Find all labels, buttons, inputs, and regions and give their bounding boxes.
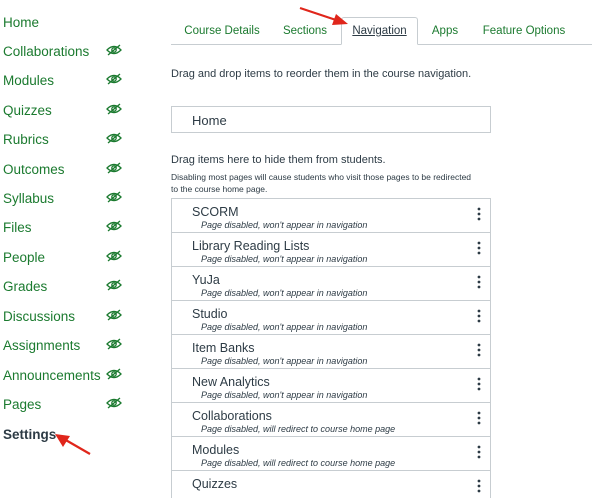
nav-item-home[interactable]: Home xyxy=(3,11,128,33)
hide-instruction: Drag items here to hide them from studen… xyxy=(171,154,386,166)
nav-item-label: Rubrics xyxy=(3,131,49,147)
eye-slash-icon xyxy=(106,309,122,321)
item-status: Page disabled, won't appear in navigatio… xyxy=(201,322,368,332)
disabled-item-item-banks[interactable]: Item Banks Page disabled, won't appear i… xyxy=(172,335,490,369)
arrow-annotation-navigation-tab xyxy=(299,6,348,25)
nav-item-label: Announcements xyxy=(3,367,101,383)
nav-item-label: Settings xyxy=(3,426,57,442)
tab-label: Course Details xyxy=(184,25,260,37)
settings-tab-bar: Course Details Sections Navigation Apps … xyxy=(171,0,592,45)
tab-apps[interactable]: Apps xyxy=(425,17,465,45)
item-name: YuJa xyxy=(192,273,220,287)
kebab-menu-icon[interactable] xyxy=(474,444,484,460)
nav-item-grades[interactable]: Grades xyxy=(3,275,128,297)
eye-slash-icon xyxy=(106,191,122,203)
nav-item-label: Modules xyxy=(3,72,55,88)
nav-item-label: Quizzes xyxy=(3,102,52,118)
item-status: Page disabled, won't appear in navigatio… xyxy=(201,220,368,230)
item-name: Studio xyxy=(192,307,228,321)
nav-item-label: Grades xyxy=(3,278,48,294)
eye-slash-icon xyxy=(106,132,122,144)
nav-item-people[interactable]: People xyxy=(3,246,128,268)
tab-label: Navigation xyxy=(352,25,407,37)
nav-item-label: Outcomes xyxy=(3,161,65,177)
nav-item-label: Home xyxy=(3,14,40,30)
hide-note: Disabling most pages will cause students… xyxy=(171,171,471,195)
item-name: Item Banks xyxy=(192,341,255,355)
item-status: Page disabled, will redirect to course h… xyxy=(201,424,396,434)
eye-slash-icon xyxy=(106,338,122,350)
nav-item-label: People xyxy=(3,249,46,265)
hide-note-line-2: to the course home page. xyxy=(171,184,268,194)
nav-item-collaborations[interactable]: Collaborations xyxy=(3,40,128,62)
disabled-item-studio[interactable]: Studio Page disabled, won't appear in na… xyxy=(172,301,490,335)
eye-slash-icon xyxy=(106,162,122,174)
nav-item-modules[interactable]: Modules xyxy=(3,69,128,91)
enabled-nav-list: Home xyxy=(171,106,491,133)
disabled-item-collaborations[interactable]: Collaborations Page disabled, will redir… xyxy=(172,403,490,437)
nav-item-outcomes[interactable]: Outcomes xyxy=(3,158,128,180)
eye-slash-icon xyxy=(106,44,122,56)
nav-item-label: Pages xyxy=(3,396,42,412)
eye-slash-icon xyxy=(106,103,122,115)
reorder-instruction: Drag and drop items to reorder them in t… xyxy=(171,68,472,80)
eye-slash-icon xyxy=(106,397,122,409)
item-name: Modules xyxy=(192,443,240,457)
eye-slash-icon xyxy=(106,368,122,380)
nav-item-syllabus[interactable]: Syllabus xyxy=(3,187,128,209)
disabled-item-quizzes[interactable]: Quizzes xyxy=(172,471,490,498)
kebab-menu-icon[interactable] xyxy=(474,342,484,358)
tab-course-details[interactable]: Course Details xyxy=(177,17,267,45)
eye-slash-icon xyxy=(106,250,122,262)
item-name: New Analytics xyxy=(192,375,270,389)
disabled-item-modules[interactable]: Modules Page disabled, will redirect to … xyxy=(172,437,490,471)
kebab-menu-icon[interactable] xyxy=(474,376,484,392)
item-status: Page disabled, won't appear in navigatio… xyxy=(201,254,368,264)
kebab-menu-icon[interactable] xyxy=(474,240,484,256)
disabled-item-yuja[interactable]: YuJa Page disabled, won't appear in navi… xyxy=(172,267,490,301)
item-name: Quizzes xyxy=(192,477,238,491)
nav-item-discussions[interactable]: Discussions xyxy=(3,305,128,327)
nav-item-rubrics[interactable]: Rubrics xyxy=(3,128,128,150)
kebab-menu-icon[interactable] xyxy=(474,410,484,426)
enabled-item-home[interactable]: Home xyxy=(192,113,227,128)
nav-item-quizzes[interactable]: Quizzes xyxy=(3,99,128,121)
nav-item-label: Syllabus xyxy=(3,190,55,206)
nav-item-files[interactable]: Files xyxy=(3,216,128,238)
eye-slash-icon xyxy=(106,279,122,291)
nav-item-pages[interactable]: Pages xyxy=(3,393,128,415)
kebab-menu-icon[interactable] xyxy=(474,478,484,494)
item-name: SCORM xyxy=(192,205,239,219)
tab-navigation[interactable]: Navigation xyxy=(341,17,418,45)
eye-slash-icon xyxy=(106,220,122,232)
disabled-nav-list: SCORM Page disabled, won't appear in nav… xyxy=(171,198,491,498)
disabled-item-library-reading-lists[interactable]: Library Reading Lists Page disabled, won… xyxy=(172,233,490,267)
item-status: Page disabled, will redirect to course h… xyxy=(201,458,396,468)
nav-item-label: Collaborations xyxy=(3,43,90,59)
kebab-menu-icon[interactable] xyxy=(474,206,484,222)
nav-item-assignments[interactable]: Assignments xyxy=(3,334,128,356)
kebab-menu-icon[interactable] xyxy=(474,308,484,324)
nav-item-label: Assignments xyxy=(3,337,81,353)
nav-item-label: Files xyxy=(3,219,32,235)
disabled-item-scorm[interactable]: SCORM Page disabled, won't appear in nav… xyxy=(172,199,490,233)
tab-label: Apps xyxy=(431,25,459,37)
item-name: Library Reading Lists xyxy=(192,239,310,253)
tab-label: Feature Options xyxy=(482,25,566,37)
course-navigation: Home Collaborations Modules Quizzes Rubr… xyxy=(0,0,130,487)
item-name: Collaborations xyxy=(192,409,272,423)
item-status: Page disabled, won't appear in navigatio… xyxy=(201,390,368,400)
arrow-annotation-settings xyxy=(55,434,91,455)
nav-item-label: Discussions xyxy=(3,308,76,324)
kebab-menu-icon[interactable] xyxy=(474,274,484,290)
nav-item-announcements[interactable]: Announcements xyxy=(3,364,128,386)
tab-feature-options[interactable]: Feature Options xyxy=(479,17,569,45)
eye-slash-icon xyxy=(106,73,122,85)
item-status: Page disabled, won't appear in navigatio… xyxy=(201,356,368,366)
disabled-item-new-analytics[interactable]: New Analytics Page disabled, won't appea… xyxy=(172,369,490,403)
item-status: Page disabled, won't appear in navigatio… xyxy=(201,288,368,298)
hide-note-line-1: Disabling most pages will cause students… xyxy=(171,172,472,182)
